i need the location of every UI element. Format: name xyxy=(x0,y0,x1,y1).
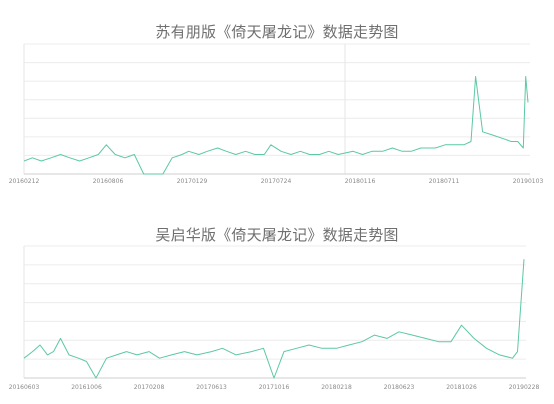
x-tick-label: 20180711 xyxy=(429,178,460,185)
chart-2: 吴启华版《倚天屠龙记》数据走势图 20160603 20161006 2017020… xyxy=(0,200,554,404)
x-tick-label: 20160603 xyxy=(9,384,40,391)
x-tick-label: 20170613 xyxy=(196,384,227,391)
x-tick-label: 20171016 xyxy=(259,384,290,391)
x-tick-label: 20161006 xyxy=(71,384,102,391)
x-tick-label: 20160806 xyxy=(93,178,124,185)
x-tick-label: 20181026 xyxy=(446,384,477,391)
x-tick-label: 20180623 xyxy=(384,384,415,391)
x-tick-label: 20160212 xyxy=(9,178,40,185)
x-tick-label: 20170129 xyxy=(177,178,208,185)
series-line xyxy=(23,76,529,175)
x-tick-label: 20190228 xyxy=(509,384,540,391)
x-tick-label: 20190103 xyxy=(513,178,544,185)
x-tick-label: 20170208 xyxy=(134,384,165,391)
x-tick-label: 20180116 xyxy=(345,178,376,185)
chart-1: 苏有朋版《倚天屠龙记》数据走势图 20160212 20160806 2017012… xyxy=(0,0,554,200)
chart-2-plot: 20160603 20161006 20170208 20170613 20171016… xyxy=(9,245,540,391)
x-tick-label: 20170724 xyxy=(261,178,292,185)
series-line xyxy=(23,259,525,379)
x-tick-label: 20180218 xyxy=(321,384,352,391)
chart-1-plot: 20160212 20160806 20170129 20170724 20180116… xyxy=(9,43,544,185)
